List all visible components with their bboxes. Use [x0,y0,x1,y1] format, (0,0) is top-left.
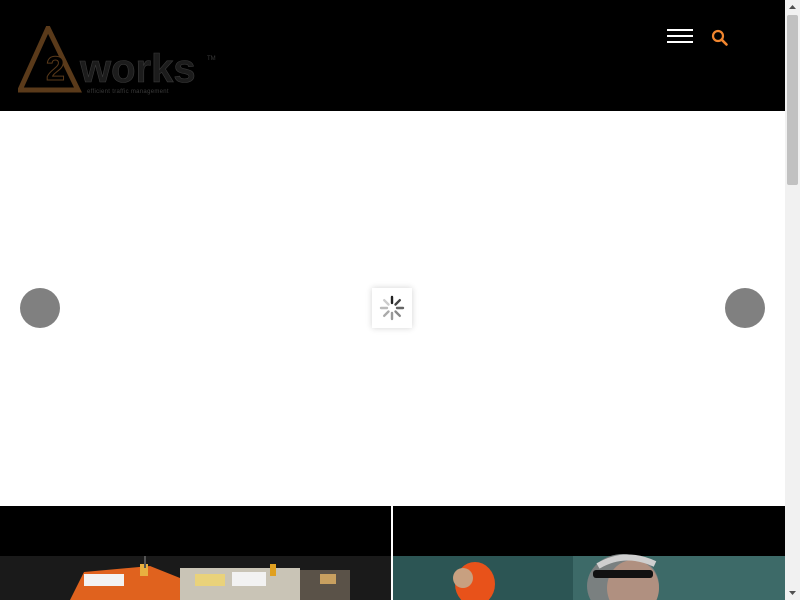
tile-divider [391,506,393,600]
truck-photo [0,506,391,600]
search-button[interactable] [711,29,729,47]
site-header: 2 works TM efficient traffic management [0,0,785,111]
scroll-down-arrow-icon [789,591,796,595]
logo-word: works [79,47,196,91]
tile-truck[interactable] [0,506,391,600]
scroll-down-button[interactable] [785,585,800,600]
slider-prev-button[interactable] [20,288,60,328]
logo-number: 2 [46,50,65,88]
logo-trademark: TM [207,56,216,62]
search-icon [711,29,728,46]
scrollbar-thumb[interactable] [787,15,798,185]
slider-next-button[interactable] [725,288,765,328]
slider-loader [372,288,412,328]
scroll-up-button[interactable] [785,0,800,15]
loading-spinner-icon [379,295,405,321]
hamburger-menu-button[interactable] [667,29,693,45]
hero-slider [0,111,785,506]
scroll-up-arrow-icon [789,5,796,9]
tile-cone-worker[interactable] [393,506,785,600]
hamburger-menu-icon [667,29,693,31]
worker-photo [393,506,785,600]
logo-graphic: 2 works TM [16,22,216,93]
logo-tagline: efficient traffic management [87,89,169,95]
hamburger-menu-icon-bar [667,35,693,37]
site-logo[interactable]: 2 works TM [16,22,218,98]
page-scrollbar[interactable] [785,0,800,600]
hamburger-menu-icon-bar [667,41,693,43]
